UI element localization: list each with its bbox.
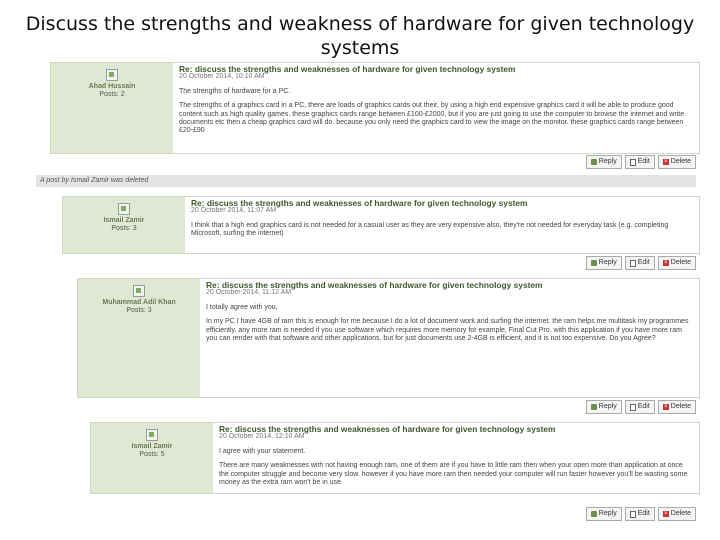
reply-button[interactable]: Reply [585,256,622,270]
reply-button[interactable]: Reply [585,507,622,521]
author-name[interactable]: Ahad Hussain [51,83,173,90]
edit-label: Edit [637,158,650,165]
post-count: Posts: 3 [126,307,152,314]
post-subject: Re: discuss the strengths and weaknesses… [179,64,516,74]
post-paragraph: The strengths of a graphics card in a PC… [179,102,685,135]
reply-icon [590,404,597,410]
author-name[interactable]: Ismail Zamir [91,443,213,450]
edit-label: Edit [637,510,650,517]
edit-button[interactable]: Edit [624,155,655,169]
post-paragraph: In my PC I have 4GB of ram this is enoug… [206,318,689,343]
delete-label: Delete [670,158,691,165]
post-count: Posts: 5 [139,451,165,458]
reply-icon [590,159,597,165]
edit-icon [629,259,636,267]
post-paragraph: I totally agree with you, [206,303,278,311]
deleted-post-notice: A post by Ismail Zamir was deleted [36,175,696,187]
avatar[interactable] [146,429,158,441]
post-paragraph: I think that a high end graphics card is… [191,221,669,238]
post-actions: Reply Edit × Delete [585,256,696,270]
slide-title: Discuss the strengths and weakness of ha… [0,12,720,60]
post-paragraph: I agree with your statement. [219,447,306,455]
post-paragraph: The strengths of hardware for a PC. [179,87,291,95]
delete-icon: × [662,260,669,266]
delete-icon: × [662,404,669,410]
reply-icon [590,511,597,517]
reply-icon [590,260,597,266]
post-actions: Reply Edit × Delete [585,507,696,521]
edit-button[interactable]: Edit [624,256,655,270]
reply-label: Reply [598,403,617,410]
avatar[interactable] [118,203,130,215]
reply-button[interactable]: Reply [585,400,622,414]
slide-title-line1: Discuss the strengths and weakness of ha… [25,13,695,35]
forum-post-1: Ahad Hussain Posts: 2 Re: discuss the st… [50,62,700,169]
author-name[interactable]: Muhammad Adil Khan [78,299,200,306]
forum-post-2: Ismail Zamir Posts: 3 Re: discuss the st… [62,196,700,270]
post-actions: Reply Edit × Delete [585,400,696,414]
edit-button[interactable]: Edit [624,400,655,414]
post-author-panel: Ahad Hussain Posts: 2 [51,63,173,153]
reply-label: Reply [598,259,617,266]
post-content: Re: discuss the strengths and weaknesses… [206,281,693,349]
post-count: Posts: 2 [99,91,125,98]
slide-title-line2: systems [320,37,400,59]
post-subject: Re: discuss the strengths and weaknesses… [206,280,543,290]
reply-label: Reply [598,510,617,517]
forum-post-3: Muhammad Adil Khan Posts: 3 Re: discuss … [77,278,700,414]
edit-button[interactable]: Edit [624,507,655,521]
edit-label: Edit [637,259,650,266]
delete-button[interactable]: × Delete [657,155,696,169]
delete-icon: × [662,159,669,165]
post-content: Re: discuss the strengths and weaknesses… [191,199,693,245]
post-content: Re: discuss the strengths and weaknesses… [219,425,693,493]
delete-button[interactable]: × Delete [657,256,696,270]
edit-label: Edit [637,403,650,410]
edit-icon [629,403,636,411]
delete-label: Delete [670,259,691,266]
edit-icon [629,510,636,518]
post-author-panel: Ismail Zamir Posts: 5 [91,423,213,493]
author-name[interactable]: Ismail Zamir [63,217,185,224]
post-paragraph: There are many weaknesses with not havin… [219,462,688,487]
delete-label: Delete [670,510,691,517]
post-content: Re: discuss the strengths and weaknesses… [179,65,693,142]
avatar[interactable] [133,285,145,297]
delete-label: Delete [670,403,691,410]
edit-icon [629,158,636,166]
post-date: 20 October 2014, 12:10 AM [219,433,305,441]
post-actions: Reply Edit × Delete [585,155,696,169]
reply-label: Reply [598,158,617,165]
forum-post-4: Ismail Zamir Posts: 5 Re: discuss the st… [90,422,700,521]
post-count: Posts: 3 [111,225,137,232]
post-author-panel: Ismail Zamir Posts: 3 [63,197,185,253]
reply-button[interactable]: Reply [585,155,622,169]
delete-button[interactable]: × Delete [657,400,696,414]
post-subject: Re: discuss the strengths and weaknesses… [219,424,556,434]
post-date: 20 October 2014, 11:07 AM [191,207,277,215]
delete-button[interactable]: × Delete [657,507,696,521]
post-subject: Re: discuss the strengths and weaknesses… [191,198,528,208]
post-date: 20 October 2014, 10:10 AM [179,73,265,81]
avatar[interactable] [106,69,118,81]
post-author-panel: Muhammad Adil Khan Posts: 3 [78,279,200,397]
post-date: 20 October 2014, 11:12 AM [206,289,292,297]
delete-icon: × [662,511,669,517]
